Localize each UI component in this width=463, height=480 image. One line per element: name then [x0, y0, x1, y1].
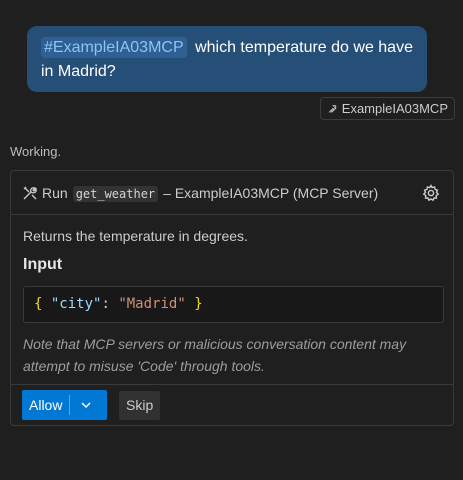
code-key: "city" [50, 296, 102, 312]
status-text: Working. [10, 144, 62, 159]
tool-name: get_weather [72, 185, 159, 202]
tool-card-header: Run get_weather – ExampleIA03MCP (MCP Serv… [11, 171, 453, 215]
code-close-brace: } [194, 296, 203, 312]
card-footer-divider [11, 384, 453, 385]
run-label: Run [42, 184, 68, 201]
chevron-down-icon [81, 402, 91, 409]
mention-chip[interactable]: #ExampleIA03MCP [41, 37, 187, 58]
code-value: "Madrid" [118, 296, 186, 312]
reference-chip-label: ExampleIA03MCP [341, 101, 448, 116]
tool-source: – ExampleIA03MCP (MCP Server) [163, 184, 379, 201]
allow-split-button: Allow [22, 390, 107, 420]
allow-button[interactable]: Allow [22, 390, 69, 420]
tools-icon [23, 186, 37, 199]
tool-confirmation-card: Run get_weather – ExampleIA03MCP (MCP Serv… [10, 170, 454, 426]
code-colon: : [101, 296, 110, 312]
input-heading: Input [23, 256, 63, 273]
tools-reference-icon [328, 104, 337, 113]
user-message-bubble: #ExampleIA03MCP which temperature do we … [27, 26, 427, 92]
skip-button[interactable]: Skip [119, 391, 161, 420]
security-note: Note that MCP servers or malicious conve… [23, 336, 407, 374]
tool-description: Returns the temperature in degrees. [23, 228, 248, 244]
code-open-brace: { [34, 296, 43, 312]
gear-icon[interactable] [421, 183, 441, 203]
reference-chip[interactable]: ExampleIA03MCP [320, 97, 455, 120]
tool-card-title: Run get_weather – ExampleIA03MCP (MCP Serv… [42, 184, 421, 202]
chat-panel: #ExampleIA03MCP which temperature do we … [0, 0, 463, 480]
allow-dropdown-button[interactable] [70, 390, 101, 420]
input-code-block: { "city": "Madrid" } [23, 286, 444, 323]
